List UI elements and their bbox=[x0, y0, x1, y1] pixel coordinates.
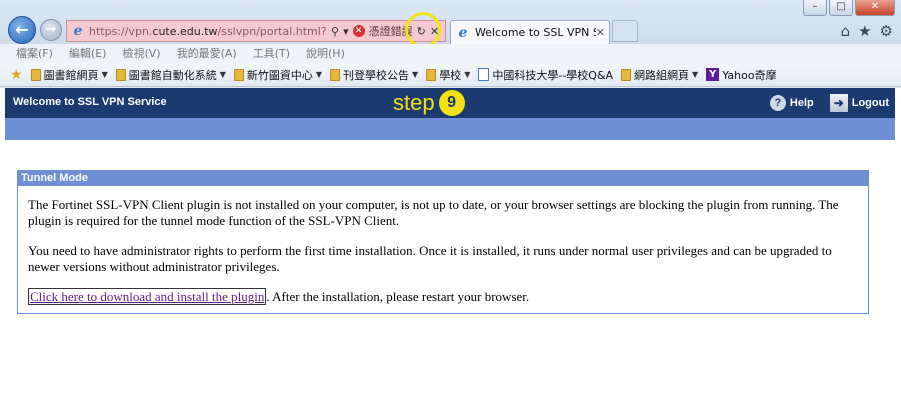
favorite-label: 刊登學校公告 bbox=[343, 68, 410, 82]
menu-view[interactable]: 檢視(V) bbox=[122, 44, 160, 63]
forward-button[interactable]: → bbox=[40, 19, 62, 41]
window-controls: – □ ✕ bbox=[803, 0, 895, 16]
step-number-badge: 9 bbox=[438, 90, 465, 116]
plugin-message: The Fortinet SSL-VPN Client plugin is no… bbox=[28, 197, 839, 228]
back-arrow-icon: ← bbox=[15, 20, 29, 39]
favorite-item[interactable]: Y Yahoo奇摩 bbox=[706, 67, 777, 83]
menu-favorites[interactable]: 我的最愛(A) bbox=[177, 44, 237, 63]
minimize-button[interactable]: – bbox=[803, 0, 827, 16]
logout-label: Logout bbox=[851, 97, 889, 109]
url-prefix: https://vpn. bbox=[89, 24, 153, 38]
refresh-highlight-circle bbox=[405, 12, 441, 48]
help-label: Help bbox=[789, 97, 814, 109]
step-label: step bbox=[393, 90, 435, 115]
chevron-down-icon: ▼ bbox=[315, 70, 323, 79]
menu-edit[interactable]: 編輯(E) bbox=[69, 44, 107, 63]
cert-error-icon[interactable]: ✕ bbox=[352, 25, 365, 37]
favorite-item[interactable]: 網路組網頁 ▼ bbox=[621, 67, 698, 83]
menu-tools[interactable]: 工具(T) bbox=[253, 44, 290, 63]
download-line: Click here to download and install the p… bbox=[28, 288, 858, 305]
url-domain: cute.edu.tw bbox=[152, 24, 218, 38]
maximize-button[interactable]: □ bbox=[829, 0, 853, 16]
restart-note: . After the installation, please restart… bbox=[266, 289, 530, 304]
forward-arrow-icon: → bbox=[45, 22, 57, 37]
favorite-label: 圖書館自動化系統 bbox=[128, 68, 217, 82]
logout-button[interactable]: ➜ Logout bbox=[829, 94, 889, 112]
tab-welcome[interactable]: e Welcome to SSL VPN Ser... ✕ bbox=[450, 20, 610, 44]
panel-body: The Fortinet SSL-VPN Client plugin is no… bbox=[18, 186, 868, 305]
new-tab-button[interactable] bbox=[612, 20, 638, 42]
favorite-item[interactable]: 新竹圖資中心 ▼ bbox=[233, 67, 323, 83]
ssl-header: Welcome to SSL VPN Service step 9 ? Help… bbox=[5, 88, 895, 118]
tunnel-mode-panel: Tunnel Mode The Fortinet SSL-VPN Client … bbox=[17, 170, 869, 314]
favorite-item[interactable]: 中國科技大學--學校Q&A bbox=[478, 67, 613, 83]
search-icon[interactable]: ⚲ bbox=[331, 25, 339, 38]
folder-icon bbox=[330, 68, 341, 81]
folder-icon bbox=[30, 68, 41, 81]
folder-icon bbox=[621, 68, 632, 81]
help-button[interactable]: ? Help bbox=[769, 95, 814, 111]
address-bar[interactable]: e https://vpn.cute.edu.tw/sslvpn/portal.… bbox=[66, 20, 446, 42]
favorite-label: Yahoo奇摩 bbox=[722, 68, 777, 82]
chevron-down-icon: ▼ bbox=[219, 70, 226, 79]
favorite-label: 中國科技大學--學校Q&A bbox=[492, 68, 614, 82]
favorites-add-star-icon[interactable]: ★ bbox=[10, 67, 23, 83]
favorite-label: 學校 bbox=[439, 68, 462, 82]
home-icon[interactable]: ⌂ bbox=[841, 22, 851, 40]
url-text[interactable]: https://vpn.cute.edu.tw/sslvpn/portal.ht… bbox=[89, 25, 327, 38]
folder-icon bbox=[426, 68, 437, 81]
favorite-item[interactable]: 刊登學校公告 ▼ bbox=[330, 67, 418, 83]
menu-help[interactable]: 說明(H) bbox=[306, 44, 345, 63]
page-icon bbox=[478, 68, 490, 81]
favorite-label: 新竹圖資中心 bbox=[246, 68, 313, 82]
page-title: Welcome to SSL VPN Service bbox=[13, 96, 167, 108]
logout-icon: ➜ bbox=[829, 94, 848, 112]
favorite-label: 網路組網頁 bbox=[634, 68, 690, 82]
ie-tab-icon: e bbox=[458, 24, 468, 41]
step-annotation: step 9 bbox=[393, 90, 465, 116]
favorite-item[interactable]: 學校 ▼ bbox=[426, 67, 470, 83]
menu-file[interactable]: 檔案(F) bbox=[16, 44, 53, 63]
favorite-item[interactable]: 圖書館網頁 ▼ bbox=[30, 67, 108, 83]
header-actions: ? Help ➜ Logout bbox=[769, 94, 889, 112]
ie-page-icon: e bbox=[73, 23, 83, 39]
panel-title: Tunnel Mode bbox=[18, 171, 868, 186]
close-window-button[interactable]: ✕ bbox=[855, 0, 895, 16]
menu-bar: 檔案(F) 編輯(E) 檢視(V) 我的最愛(A) 工具(T) 說明(H) bbox=[0, 44, 901, 63]
admin-rights-message: You need to have administrator rights to… bbox=[28, 243, 832, 274]
url-suffix: /sslvpn/portal.html?lang=en bbox=[217, 24, 327, 38]
favorite-label: 圖書館網頁 bbox=[43, 68, 99, 82]
yahoo-icon: Y bbox=[706, 68, 720, 81]
chevron-down-icon: ▼ bbox=[692, 70, 699, 79]
chevron-down-icon: ▼ bbox=[101, 70, 108, 79]
back-button[interactable]: ← bbox=[8, 16, 36, 44]
page-content: Welcome to SSL VPN Service step 9 ? Help… bbox=[0, 88, 901, 393]
gear-icon[interactable]: ⚙ bbox=[880, 22, 893, 40]
header-bar bbox=[5, 118, 895, 140]
chevron-down-icon: ▼ bbox=[412, 70, 419, 79]
favorites-star-icon[interactable]: ★ bbox=[858, 22, 871, 40]
tab-title: Welcome to SSL VPN Ser... bbox=[475, 26, 596, 39]
help-icon: ? bbox=[769, 95, 786, 111]
folder-icon bbox=[233, 68, 244, 81]
favorites-bar: ★ 圖書館網頁 ▼ 圖書館自動化系統 ▼ 新竹圖資中心 ▼ 刊登學校公告 ▼ 學校 ▼ 中… bbox=[0, 63, 901, 87]
folder-icon bbox=[115, 68, 126, 81]
chevron-down-icon: ▼ bbox=[464, 70, 471, 79]
browser-right-icons: ⌂ ★ ⚙ bbox=[841, 22, 893, 40]
favorite-item[interactable]: 圖書館自動化系統 ▼ bbox=[115, 67, 226, 83]
download-plugin-link[interactable]: Click here to download and install the p… bbox=[28, 288, 267, 305]
chevron-down-icon[interactable]: ▾ bbox=[343, 25, 349, 38]
close-tab-icon[interactable]: ✕ bbox=[596, 26, 605, 39]
browser-titlebar: – □ ✕ ← → e https://vpn.cute.edu.tw/sslv… bbox=[0, 0, 901, 48]
